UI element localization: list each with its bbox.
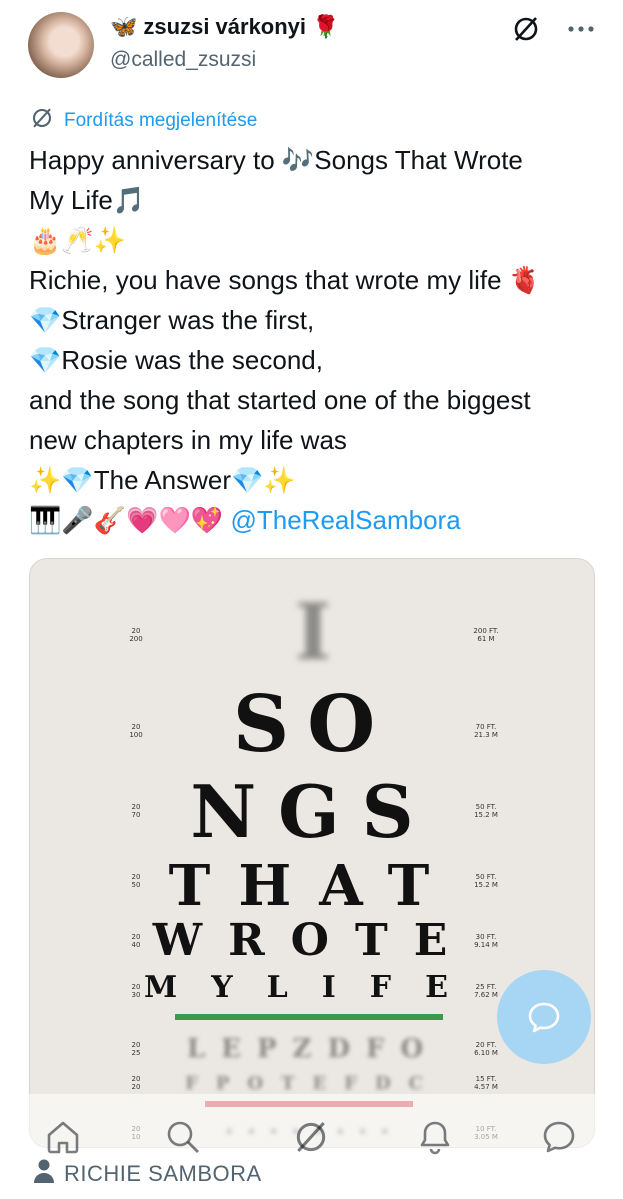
grok-icon[interactable] [288,1114,334,1160]
search-icon[interactable] [160,1114,206,1160]
grok-icon[interactable] [511,14,541,49]
eye-chart-row: FPOTEFDC [185,1073,441,1094]
eye-chart-row: SO [233,679,393,770]
home-icon[interactable] [40,1114,86,1160]
acuity-label-right: 50 FT. 15.2 M [474,803,498,819]
green-line [175,1014,443,1020]
acuity-label-right: 15 FT. 4.57 M [474,1075,498,1091]
eye-chart-row: THAT [169,853,458,919]
acuity-label-left: 20 25 [132,1041,141,1057]
acuity-label-right: 50 FT. 15.2 M [474,873,498,889]
acuity-label-left: 20 20 [132,1075,141,1091]
translate-label: Fordítás megjelenítése [64,110,258,131]
author-name-row[interactable]: 🦋 zsuzsi várkonyi 🌹 [110,14,339,40]
author-handle[interactable]: @called_zsuzsi [110,48,256,72]
notifications-icon[interactable] [412,1114,458,1160]
mention-link[interactable]: @TheRealSambora [230,505,460,535]
acuity-label-left: 20 70 [132,803,141,819]
messages-icon[interactable] [536,1114,582,1160]
translate-link[interactable]: Fordítás megjelenítése [30,106,257,136]
acuity-label-left: 20 30 [132,983,141,999]
acuity-label-right: 20 FT. 6.10 M [474,1041,498,1057]
tweet-last-line: 🎹🎤🎸💗🩷💖 @TheRealSambora [29,500,599,540]
tweet-line: new chapters in my life was [29,425,347,455]
acuity-label-right: 30 FT. 9.14 M [474,933,498,949]
compose-reply-button[interactable] [497,970,591,1064]
tweet-image[interactable]: I 20 200 200 FT. 61 M SO 20 100 70 FT. 21.3 M NGS 2… [29,558,595,1148]
acuity-label-right: 200 FT. 61 M [473,627,498,643]
person-icon [32,1158,56,1190]
compose-reply-icon [528,1002,560,1033]
butterfly-emoji: 🦋 [110,14,138,39]
tweet-line: ✨💎The Answer💎✨ [29,465,296,495]
acuity-label-left: 20 40 [132,933,141,949]
acuity-label-right: 70 FT. 21.3 M [474,723,498,739]
eye-chart-row: MYLIFE [144,970,482,1005]
acuity-label-left: 20 100 [129,723,142,739]
eye-chart-row: WROTE [152,915,474,966]
grok-icon [30,106,54,136]
tweet-line: 💎Rosie was the second, [29,345,323,375]
acuity-label-left: 20 200 [129,627,142,643]
credit-text: RICHIE SAMBORA [64,1161,262,1186]
tweet-line: My Life🎵 [29,185,146,215]
image-credit: RICHIE SAMBORA [32,1158,262,1190]
tweet-line: Happy anniversary to 🎶Songs That Wrote [29,145,523,175]
display-name[interactable]: zsuzsi várkonyi [143,14,306,40]
tweet-text: Happy anniversary to 🎶Songs That Wrote M… [29,140,599,540]
tweet-line: 💎Stranger was the first, [29,305,315,335]
tweet-line: and the song that started one of the big… [29,385,531,415]
acuity-label-right: 25 FT. 7.62 M [474,983,498,999]
tweet-line: Richie, you have songs that wrote my lif… [29,265,542,295]
avatar[interactable] [28,12,94,78]
rose-emoji: 🌹 [312,14,340,39]
eye-chart-row: LEPZDFO [187,1034,439,1064]
tweet-header: 🦋 zsuzsi várkonyi 🌹 @called_zsuzsi [0,0,623,100]
eye-chart: I 20 200 200 FT. 61 M SO 20 100 70 FT. 21.3 M NGS 2… [129,587,498,1141]
emoji-row: 🎹🎤🎸💗🩷💖 [29,505,224,535]
eye-chart-row: NGS [190,769,435,854]
more-icon[interactable] [567,14,595,49]
eye-chart-row: I [295,587,332,678]
tweet-line: 🎂🥂✨ [29,225,127,255]
acuity-label-left: 20 50 [132,873,141,889]
